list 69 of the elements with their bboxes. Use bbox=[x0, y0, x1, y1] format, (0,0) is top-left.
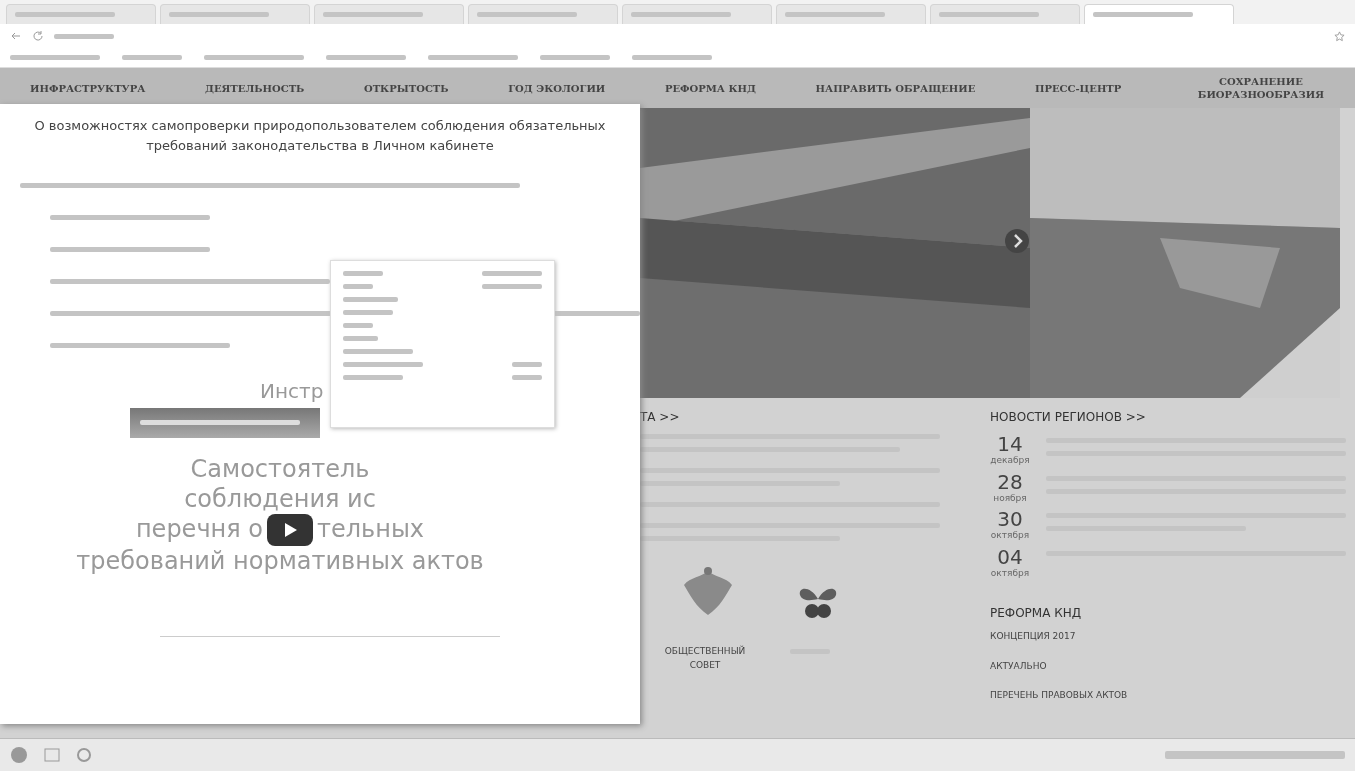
browser-tab[interactable] bbox=[160, 4, 310, 24]
browser-tab[interactable] bbox=[930, 4, 1080, 24]
browser-tab[interactable] bbox=[6, 4, 156, 24]
bookmark-link[interactable] bbox=[632, 55, 712, 60]
nav-link[interactable]: СОХРАНЕНИЕ БИОРАЗНООБРАЗИЯ bbox=[1180, 75, 1341, 101]
blurred-text bbox=[482, 284, 542, 289]
news-date-day: 04 bbox=[990, 546, 1030, 567]
nav-link[interactable]: ДЕЯТЕЛЬНОСТЬ bbox=[205, 81, 305, 95]
nav-link[interactable]: ИНФРАСТРУКТУРА bbox=[30, 81, 146, 95]
news-date-day: 28 bbox=[990, 471, 1030, 492]
context-menu[interactable] bbox=[330, 260, 555, 428]
news-date-month: октября bbox=[990, 529, 1030, 542]
bookmark-link[interactable] bbox=[122, 55, 182, 60]
nav-link[interactable]: НАПРАВИТЬ ОБРАЩЕНИЕ bbox=[815, 81, 976, 95]
nav-link[interactable]: РЕФОРМА КНД bbox=[664, 81, 756, 95]
bookmark-link[interactable] bbox=[10, 55, 100, 60]
modal-title: О возможностях самопроверки природопользователем соблюдения обязательных требований законодательства в Личном кабинете bbox=[33, 117, 607, 155]
menu-item[interactable] bbox=[343, 323, 373, 328]
menu-item[interactable] bbox=[343, 375, 403, 380]
play-button[interactable] bbox=[267, 514, 313, 546]
star-icon[interactable] bbox=[1334, 30, 1345, 42]
reload-icon[interactable] bbox=[32, 30, 44, 42]
news-date-month: октября bbox=[990, 566, 1030, 580]
menu-item[interactable] bbox=[343, 310, 393, 315]
start-icon[interactable] bbox=[10, 746, 28, 764]
reform-link[interactable]: АКТУАЛЬНО bbox=[990, 659, 1346, 673]
system-tray[interactable] bbox=[1165, 751, 1345, 759]
news-date-month: декабря bbox=[990, 454, 1030, 467]
section-heading[interactable]: ТА >> bbox=[640, 408, 944, 426]
bookmark-link[interactable] bbox=[326, 55, 406, 60]
nav-link[interactable]: ГОД ЭКОЛОГИИ bbox=[508, 81, 606, 95]
video-heading: Инстр bbox=[259, 379, 325, 404]
bookmark-link[interactable] bbox=[428, 55, 518, 60]
video-title-text: перечня о bbox=[135, 515, 263, 543]
bookmark-link[interactable] bbox=[204, 55, 304, 60]
video-title-text: тельных bbox=[317, 515, 425, 543]
video-title-text: Самостоятель bbox=[190, 455, 370, 483]
news-date-month: ноября bbox=[992, 491, 1028, 505]
browser-tab[interactable] bbox=[314, 4, 464, 24]
menu-item[interactable] bbox=[343, 362, 423, 367]
video-title-bar[interactable] bbox=[130, 408, 320, 438]
menu-item[interactable] bbox=[343, 349, 413, 354]
menu-item[interactable] bbox=[343, 297, 398, 302]
browser-icon[interactable] bbox=[76, 747, 92, 763]
section-heading[interactable]: РЕФОРМА КНД bbox=[990, 604, 1346, 622]
browser-tab[interactable] bbox=[776, 4, 926, 24]
blurred-text bbox=[482, 271, 542, 276]
browser-tab[interactable] bbox=[1084, 4, 1234, 24]
nav-link[interactable]: ПРЕСС-ЦЕНТР bbox=[1034, 81, 1122, 95]
reform-link[interactable]: ПЕРЕЧЕНЬ ПРАВОВЫХ АКТОВ bbox=[990, 689, 1346, 703]
section-heading[interactable]: НОВОСТИ РЕГИОНОВ >> bbox=[990, 408, 1346, 426]
news-date-day: 14 bbox=[990, 434, 1030, 454]
menu-item[interactable] bbox=[343, 336, 378, 341]
blurred-text bbox=[512, 375, 542, 380]
news-date-day: 30 bbox=[990, 509, 1030, 529]
back-icon[interactable] bbox=[10, 30, 22, 42]
app-icon[interactable] bbox=[44, 747, 60, 763]
browser-tab[interactable] bbox=[468, 4, 618, 24]
council-link[interactable]: ОБЩЕСТВЕННЫЙ СОВЕТ bbox=[660, 645, 750, 672]
video-title-text: соблюдения ис bbox=[184, 485, 376, 513]
reform-link[interactable]: КОНЦЕПЦИЯ 2017 bbox=[990, 630, 1346, 644]
nav-link[interactable]: ОТКРЫТОСТЬ bbox=[363, 81, 449, 95]
menu-item[interactable] bbox=[343, 271, 383, 276]
video-title-text: требований нормативных актов bbox=[76, 547, 484, 575]
address-field[interactable] bbox=[54, 33, 114, 39]
browser-tab[interactable] bbox=[622, 4, 772, 24]
blurred-text bbox=[512, 362, 542, 367]
bookmark-link[interactable] bbox=[540, 55, 610, 60]
menu-item[interactable] bbox=[343, 284, 373, 289]
